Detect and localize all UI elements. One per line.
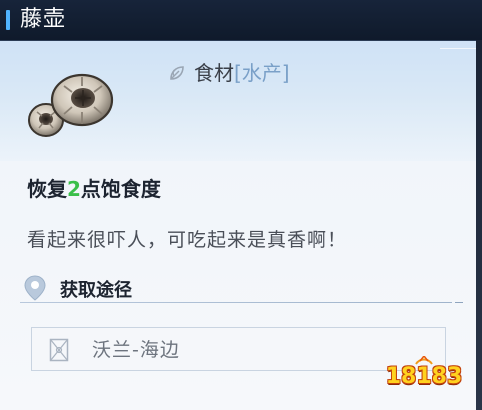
title-bar: 藤壶 (0, 0, 482, 41)
source-location-text: 沃兰-海边 (92, 339, 180, 361)
location-pin-icon (24, 275, 46, 301)
effect-value: 2 (67, 177, 81, 201)
source-divider (20, 302, 452, 303)
item-description: 看起来很吓人，可吃起来是真香啊！ (27, 229, 348, 251)
panel-right-edge (476, 40, 482, 410)
leaf-icon (170, 66, 184, 80)
effect-suffix: 点饱食度 (80, 177, 161, 201)
source-header: 获取途径 (60, 280, 132, 301)
watermark-text: 18183 (385, 364, 463, 389)
category-name: 食材 (194, 61, 234, 85)
site-watermark-logo: 18183 (378, 356, 470, 400)
item-title: 藤壶 (20, 7, 67, 32)
effect-prefix: 恢复 (27, 177, 67, 201)
item-detail-panel: 藤壶 食材[水产] 恢复2点饱食度 看起来很吓人，可吃起来是真香啊！ 获取途径 … (0, 0, 482, 410)
category-subtype: [水产] (234, 61, 290, 85)
source-divider-tail (455, 302, 463, 303)
item-effect: 恢复2点饱食度 (27, 175, 161, 203)
title-accent-bar (6, 10, 10, 30)
item-category: 食材[水产] (194, 59, 290, 87)
decorative-frame (440, 48, 479, 159)
map-icon (49, 338, 69, 362)
barnacle-icon (28, 73, 114, 137)
